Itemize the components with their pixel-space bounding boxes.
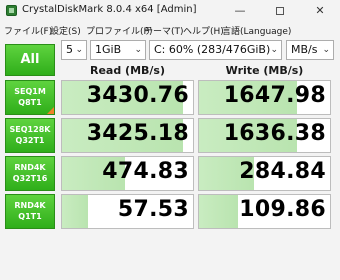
maximize-icon [276,7,284,15]
unit-value: MB/s [291,43,318,56]
read-value: 474.83 [102,159,189,184]
menu-settings[interactable]: 設定(S) [50,24,81,37]
menu-file[interactable]: ファイル(F) [4,24,52,37]
write-result-cell: 1636.38 [198,118,331,153]
read-result-cell: 474.83 [61,156,194,191]
write-value: 1647.98 [223,83,326,108]
write-header: Write (MB/s) [225,64,304,77]
chevron-down-icon: ⌄ [75,45,83,55]
active-marker-icon [47,107,54,114]
read-result-cell: 3430.76 [61,80,194,115]
test-queue: Q32T16 [12,174,48,183]
size-value: 1GiB [95,43,122,56]
minimize-button[interactable]: — [220,0,260,22]
unit-select[interactable]: MB/s ⌄ [286,40,334,60]
maximize-button[interactable] [260,0,300,22]
read-header: Read (MB/s) [89,64,165,77]
write-result-cell: 109.86 [198,194,331,229]
test-button-rnd4k-q32t16[interactable]: RND4K Q32T16 [5,156,55,191]
menu-bar: ファイル(F) 設定(S) プロファイル(P) テーマ(T) ヘルプ(H) 言語… [0,22,340,40]
chevron-down-icon: ⌄ [270,45,278,55]
read-value: 3425.18 [86,121,189,146]
read-result-cell: 57.53 [61,194,194,229]
close-button[interactable]: ✕ [300,0,340,22]
write-value: 1636.38 [223,121,326,146]
write-result-cell: 284.84 [198,156,331,191]
window-title: CrystalDiskMark 8.0.4 x64 [Admin] [22,4,197,15]
test-button-seq1m[interactable]: SEQ1M Q8T1 [5,80,55,115]
chevron-down-icon: ⌄ [134,45,142,55]
read-value: 3430.76 [86,83,189,108]
write-result-cell: 1647.98 [198,80,331,115]
menu-language[interactable]: 言語(Language) [222,24,291,37]
drive-value: C: 60% (283/476GiB) [154,43,271,56]
menu-theme[interactable]: テーマ(T) [144,24,184,37]
test-name: RND4K [14,163,46,172]
title-bar: CrystalDiskMark 8.0.4 x64 [Admin] — ✕ [0,0,340,22]
test-name: RND4K [14,201,46,210]
count-select[interactable]: 5 ⌄ [61,40,87,60]
write-value: 109.86 [239,197,326,222]
read-value: 57.53 [117,197,189,222]
read-level-bar [62,195,89,228]
chevron-down-icon: ⌄ [322,45,330,55]
test-queue: Q32T1 [15,136,45,145]
write-value: 284.84 [239,159,326,184]
test-button-rnd4k-q1t1[interactable]: RND4K Q1T1 [5,194,55,229]
drive-select[interactable]: C: 60% (283/476GiB) ⌄ [149,40,282,60]
read-result-cell: 3425.18 [61,118,194,153]
write-level-bar [199,195,239,228]
test-button-seq128k[interactable]: SEQ128K Q32T1 [5,118,55,153]
menu-help[interactable]: ヘルプ(H) [183,24,224,37]
size-select[interactable]: 1GiB ⌄ [90,40,146,60]
all-button[interactable]: All [5,44,55,76]
test-name: SEQ128K [9,125,51,134]
test-queue: Q1T1 [18,212,42,221]
test-name: SEQ1M [14,87,46,96]
count-value: 5 [66,43,73,56]
menu-profile[interactable]: プロファイル(P) [86,24,152,37]
app-logo-icon [6,5,17,16]
